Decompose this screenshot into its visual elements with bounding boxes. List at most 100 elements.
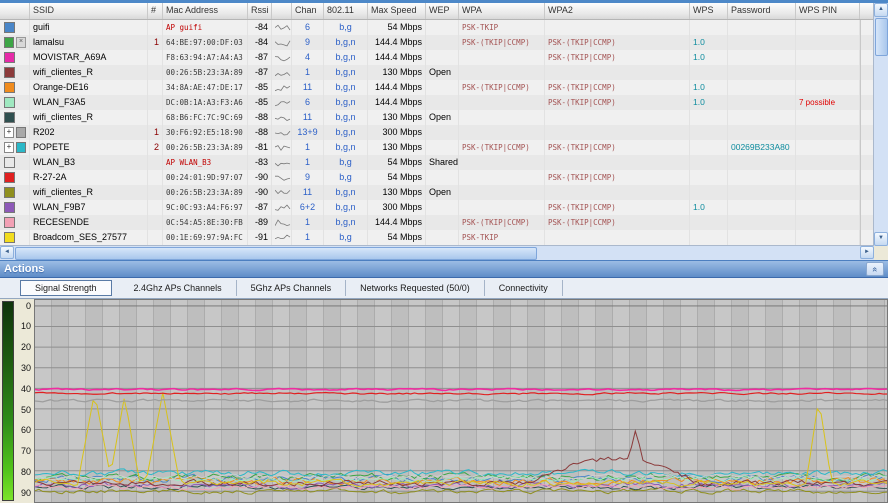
col-header-spark[interactable] [272, 3, 292, 19]
y-tick-label: 20 [20, 342, 31, 353]
series-movistar-a69a [35, 387, 887, 392]
cell-mac: AP guifi [163, 20, 248, 35]
cell-filler [860, 140, 874, 155]
network-row[interactable]: + POPETE 2 00:26:5B:23:3A:89 -81 1 b,g,n 130 Mb… [0, 140, 874, 155]
cell-text-proto: b,g [339, 22, 352, 32]
network-row[interactable]: Broadcom_SES_27577 00:1E:69:97:9A:FC -91 1 b… [0, 230, 874, 245]
cell-num [148, 155, 163, 170]
chart-canvas [35, 305, 887, 495]
tab-signal-strength[interactable]: Signal Strength [20, 280, 112, 296]
cell-text-chan: 1 [304, 157, 310, 167]
network-color-swatch [4, 22, 15, 33]
cell-spark [272, 155, 292, 170]
cell-mac: DC:0B:1A:A3:F3:A6 [163, 95, 248, 110]
scroll-down-button[interactable]: ▼ [874, 232, 888, 246]
collapse-panel-button[interactable]: » [866, 262, 884, 276]
cell-wpa2 [545, 125, 690, 140]
cell-wpa2: PSK-(TKIP|CCMP) [545, 200, 690, 215]
cell-filler [860, 170, 874, 185]
cell-text-chan: 4 [304, 52, 310, 62]
cell-text-ssid: guifi [33, 22, 50, 32]
cell-wep [426, 125, 459, 140]
cell-text-mac: 64:BE:97:00:DF:03 [166, 38, 243, 47]
col-header-label: 802.11 [327, 5, 354, 15]
rssi-sparkline [275, 85, 291, 92]
cell-password [728, 215, 796, 230]
network-row[interactable]: guifi AP guifi -84 6 b,g 54 Mbps PSK-TKIP [0, 20, 874, 35]
col-header-wps[interactable]: WPS [690, 3, 728, 19]
expand-icon[interactable]: + [4, 142, 14, 153]
tab-5ghz-aps-channels[interactable]: 5Ghz APs Channels [237, 280, 347, 296]
col-header-speed[interactable]: Max Speed [368, 3, 426, 19]
cell-text-wpa2: PSK-(TKIP|CCMP) [548, 98, 616, 107]
expand-icon[interactable]: + [4, 127, 14, 138]
col-header-proto[interactable]: 802.11 [324, 3, 368, 19]
cell-password [728, 65, 796, 80]
rssi-sparkline [275, 116, 291, 121]
cell-text-speed: 144.4 Mbps [374, 97, 422, 107]
col-header-filler [860, 3, 874, 19]
col-header-swatch[interactable] [0, 3, 30, 19]
cell-wpspin [796, 185, 860, 200]
cell-wep [426, 50, 459, 65]
cell-spark [272, 170, 292, 185]
cell-text-rssi: -85 [254, 82, 268, 92]
cell-wpspin [796, 200, 860, 215]
cell-text-speed: 54 Mbps [387, 172, 422, 182]
cell-text-wpa2: PSK-(TKIP|CCMP) [548, 203, 616, 212]
tab-networks-requested-50-0-[interactable]: Networks Requested (50/0) [346, 280, 485, 296]
cell-ssid: wifi_clientes_R [30, 110, 148, 125]
network-row[interactable]: wifi_clientes_R 00:26:5B:23:3A:89 -87 1 b,g,… [0, 65, 874, 80]
col-header-wep[interactable]: WEP [426, 3, 459, 19]
scroll-right-button[interactable]: ► [860, 246, 874, 259]
actions-bar[interactable]: Actions » [0, 260, 888, 278]
network-row[interactable]: × lamalsu 1 64:BE:97:00:DF:03 -84 9 b,g,n 144.4… [0, 35, 874, 50]
cell-mac: 00:1E:69:97:9A:FC [163, 230, 248, 245]
horizontal-scroll-thumb[interactable] [15, 247, 537, 260]
network-row[interactable]: RECESENDE 0C:54:A5:8E:30:FB -89 1 b,g,n 144.4… [0, 215, 874, 230]
cell-proto: b,g [324, 230, 368, 245]
network-row[interactable]: Orange-DE16 34:8A:AE:47:DE:17 -85 11 b,g,n 14… [0, 80, 874, 95]
cell-rssi: -90 [248, 185, 272, 200]
rssi-sparkline [275, 234, 291, 240]
col-header-ssid[interactable]: SSID [30, 3, 148, 19]
cell-proto: b,g,n [324, 65, 368, 80]
scroll-up-button[interactable]: ▲ [874, 3, 888, 17]
col-header-wpa2[interactable]: WPA2 [545, 3, 690, 19]
network-color-swatch [4, 52, 15, 63]
signal-strength-chart: 0 10 20 30 40 50 60 70 80 90 [0, 299, 888, 503]
col-header-rssi[interactable]: Rssi▲ [248, 3, 272, 19]
col-header-chan[interactable]: Chan [292, 3, 324, 19]
col-header-wpa[interactable]: WPA [459, 3, 545, 19]
tab-2-4ghz-aps-channels[interactable]: 2.4Ghz APs Channels [120, 280, 237, 296]
cell-ssid: Broadcom_SES_27577 [30, 230, 148, 245]
vertical-scroll-thumb[interactable] [875, 18, 888, 56]
network-row[interactable]: WLAN_F3A5 DC:0B:1A:A3:F3:A6 -85 6 b,g,n 144.4… [0, 95, 874, 110]
tab-connectivity[interactable]: Connectivity [485, 280, 563, 296]
network-row[interactable]: R-27-2A 00:24:01:9D:97:07 -90 9 b,g 54 Mbps PS… [0, 170, 874, 185]
col-header-wpspin[interactable]: WPS PIN [796, 3, 860, 19]
network-row[interactable]: wifi_clientes_R 00:26:5B:23:3A:89 -90 11 b,g… [0, 185, 874, 200]
network-row[interactable]: WLAN_F9B7 9C:0C:93:A4:F6:97 -87 6+2 b,g,n 300… [0, 200, 874, 215]
cell-text-speed: 144.4 Mbps [374, 82, 422, 92]
cell-ssid: WLAN_B3 [30, 155, 148, 170]
cell-text-proto: b,g,n [335, 97, 356, 107]
grid-vertical-scrollbar[interactable]: ▲ ▼ [873, 3, 888, 246]
col-header-password[interactable]: Password [728, 3, 796, 19]
cell-wpa2 [545, 230, 690, 245]
grid-horizontal-scrollbar[interactable]: ◄ ► [0, 245, 874, 260]
scroll-left-button[interactable]: ◄ [0, 246, 14, 259]
y-tick-label: 70 [20, 446, 31, 457]
cell-text-wep: SharedKey [429, 157, 459, 167]
cell-wpspin [796, 215, 860, 230]
network-row[interactable]: WLAN_B3 AP WLAN_B3 -83 1 b,g 54 Mbps SharedKey [0, 155, 874, 170]
network-row[interactable]: + R202 1 30:F6:92:E5:18:90 -88 13+9 b,g,n 300 M… [0, 125, 874, 140]
col-header-mac[interactable]: Mac Address [163, 3, 248, 19]
cell-text-mac: F8:63:94:A7:A4:A3 [166, 53, 243, 62]
cell-ssid: wifi_clientes_R [30, 65, 148, 80]
cell-text-wpa2: PSK-(TKIP|CCMP) [548, 38, 616, 47]
col-header-num[interactable]: # [148, 3, 163, 19]
cell-mac: 00:26:5B:23:3A:89 [163, 65, 248, 80]
network-row[interactable]: wifi_clientes_R 68:B6:FC:7C:9C:69 -88 11 b,g… [0, 110, 874, 125]
network-row[interactable]: MOVISTAR_A69A F8:63:94:A7:A4:A3 -87 4 b,g,n 1… [0, 50, 874, 65]
